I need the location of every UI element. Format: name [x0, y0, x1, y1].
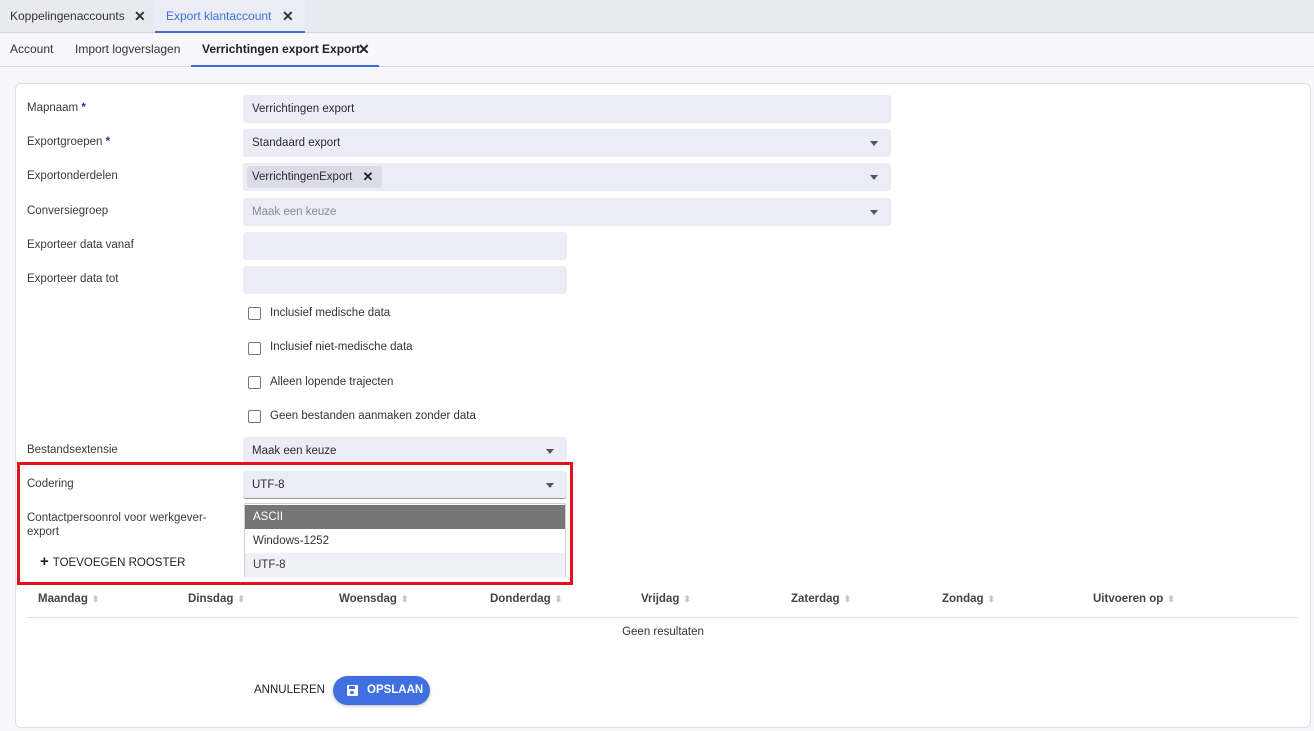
cancel-button[interactable]: ANNULEREN [254, 684, 325, 696]
exportonderdelen-label: Exportonderdelen [27, 170, 118, 182]
chip-remove-icon[interactable]: ✕ [362, 166, 373, 188]
geen-bestanden-checkbox[interactable] [248, 410, 261, 423]
column-donderdag[interactable]: Donderdag ⬍ [490, 593, 562, 605]
column-uitvoeren-op[interactable]: Uitvoeren op ⬍ [1093, 593, 1175, 605]
tab-label: Verrichtingen export Export [202, 42, 361, 56]
required-marker: * [81, 102, 86, 114]
bestandsextensie-select[interactable]: Maak een keuze [243, 437, 567, 465]
column-label: Donderdag [490, 593, 551, 605]
column-woensdag[interactable]: Woensdag ⬍ [339, 593, 408, 605]
exporteer-vanaf-input[interactable] [243, 232, 567, 260]
top-tab-bar: Koppelingenaccounts ✕ Export klantaccoun… [0, 0, 1314, 33]
column-zondag[interactable]: Zondag ⬍ [942, 593, 995, 605]
sort-icon: ⬍ [91, 594, 100, 604]
checkbox-label: Geen bestanden aanmaken zonder data [270, 410, 476, 422]
sub-tab-bar: Account Import logverslagen Verrichtinge… [0, 33, 1314, 67]
save-button[interactable]: OPSLAAN [333, 676, 430, 705]
conversiegroep-select[interactable]: Maak een keuze [243, 198, 891, 226]
checkbox-label: Alleen lopende trajecten [270, 376, 394, 388]
close-icon[interactable]: ✕ [134, 0, 146, 33]
bestandsextensie-label: Bestandsextensie [27, 444, 118, 456]
column-label: Dinsdag [188, 593, 234, 605]
close-icon[interactable]: ✕ [282, 0, 294, 33]
column-vrijdag[interactable]: Vrijdag ⬍ [641, 593, 691, 605]
save-disk-icon [347, 685, 358, 696]
caret-down-icon [870, 210, 878, 215]
checkbox-label: Inclusief niet-medische data [270, 341, 413, 353]
button-label: OPSLAAN [367, 684, 424, 696]
select-placeholder: Maak een keuze [252, 206, 337, 218]
sort-icon: ⬍ [237, 594, 245, 604]
sort-icon: ⬍ [843, 594, 852, 604]
close-icon[interactable]: ✕ [358, 33, 370, 65]
column-zaterdag[interactable]: Zaterdag ⬍ [791, 593, 851, 605]
niet-medische-data-checkbox[interactable] [248, 342, 261, 355]
tab-account[interactable]: Account [10, 33, 53, 67]
label-text: Mapnaam [27, 102, 79, 114]
column-label: Uitvoeren op [1093, 593, 1164, 605]
column-label: Vrijdag [641, 593, 680, 605]
column-label: Woensdag [339, 593, 397, 605]
exporteer-tot-label: Exporteer data tot [27, 273, 119, 285]
tab-koppelingenaccounts[interactable]: Koppelingenaccounts ✕ [0, 0, 154, 33]
caret-down-icon [870, 141, 878, 146]
sort-icon: ⬍ [987, 594, 996, 604]
caret-down-icon [546, 449, 554, 454]
tab-label: Account [10, 42, 54, 56]
column-maandag[interactable]: Maandag ⬍ [38, 593, 99, 605]
required-marker: * [105, 136, 111, 148]
sort-icon: ⬍ [683, 594, 691, 604]
label-text: Exportgroepen [27, 136, 103, 148]
exportgroepen-select[interactable]: Standaard export [243, 129, 891, 157]
sort-icon: ⬍ [1167, 594, 1175, 604]
exportonderdelen-select[interactable]: VerrichtingenExport ✕ [243, 163, 891, 191]
chip-label: VerrichtingenExport [252, 171, 353, 183]
medische-data-checkbox[interactable] [248, 307, 261, 320]
column-dinsdag[interactable]: Dinsdag ⬍ [188, 593, 245, 605]
column-label: Zondag [942, 593, 984, 605]
tab-label: Import logverslagen [75, 42, 181, 56]
exportgroepen-label: Exportgroepen * [27, 135, 110, 149]
exporteer-vanaf-label: Exporteer data vanaf [27, 239, 134, 251]
select-value: Maak een keuze [252, 445, 337, 457]
empty-table-message: Geen resultaten [622, 626, 704, 638]
sort-icon: ⬍ [554, 594, 563, 604]
selected-chip: VerrichtingenExport ✕ [247, 166, 383, 188]
mapnaam-label: Mapnaam * [27, 101, 86, 115]
tab-verrichtingen-export[interactable]: Verrichtingen export Export ✕ [191, 33, 379, 67]
column-label: Maandag [38, 593, 88, 605]
table-divider [27, 617, 1298, 618]
tab-label: Export klantaccount [166, 9, 272, 23]
mapnaam-input[interactable]: Verrichtingen export [243, 95, 891, 123]
select-value: Standaard export [252, 137, 341, 149]
tab-export-klantaccount[interactable]: Export klantaccount ✕ [155, 0, 305, 33]
conversiegroep-label: Conversiegroep [27, 205, 109, 217]
tab-label: Koppelingenaccounts [10, 9, 125, 23]
exporteer-tot-input[interactable] [243, 266, 567, 294]
input-value: Verrichtingen export [252, 103, 355, 115]
lopende-trajecten-checkbox[interactable] [248, 376, 261, 389]
caret-down-icon [870, 175, 878, 180]
column-label: Zaterdag [791, 593, 840, 605]
checkbox-label: Inclusief medische data [270, 307, 391, 319]
tab-import-logverslagen[interactable]: Import logverslagen [75, 33, 180, 67]
highlight-box [17, 462, 573, 585]
sort-icon: ⬍ [400, 594, 409, 604]
